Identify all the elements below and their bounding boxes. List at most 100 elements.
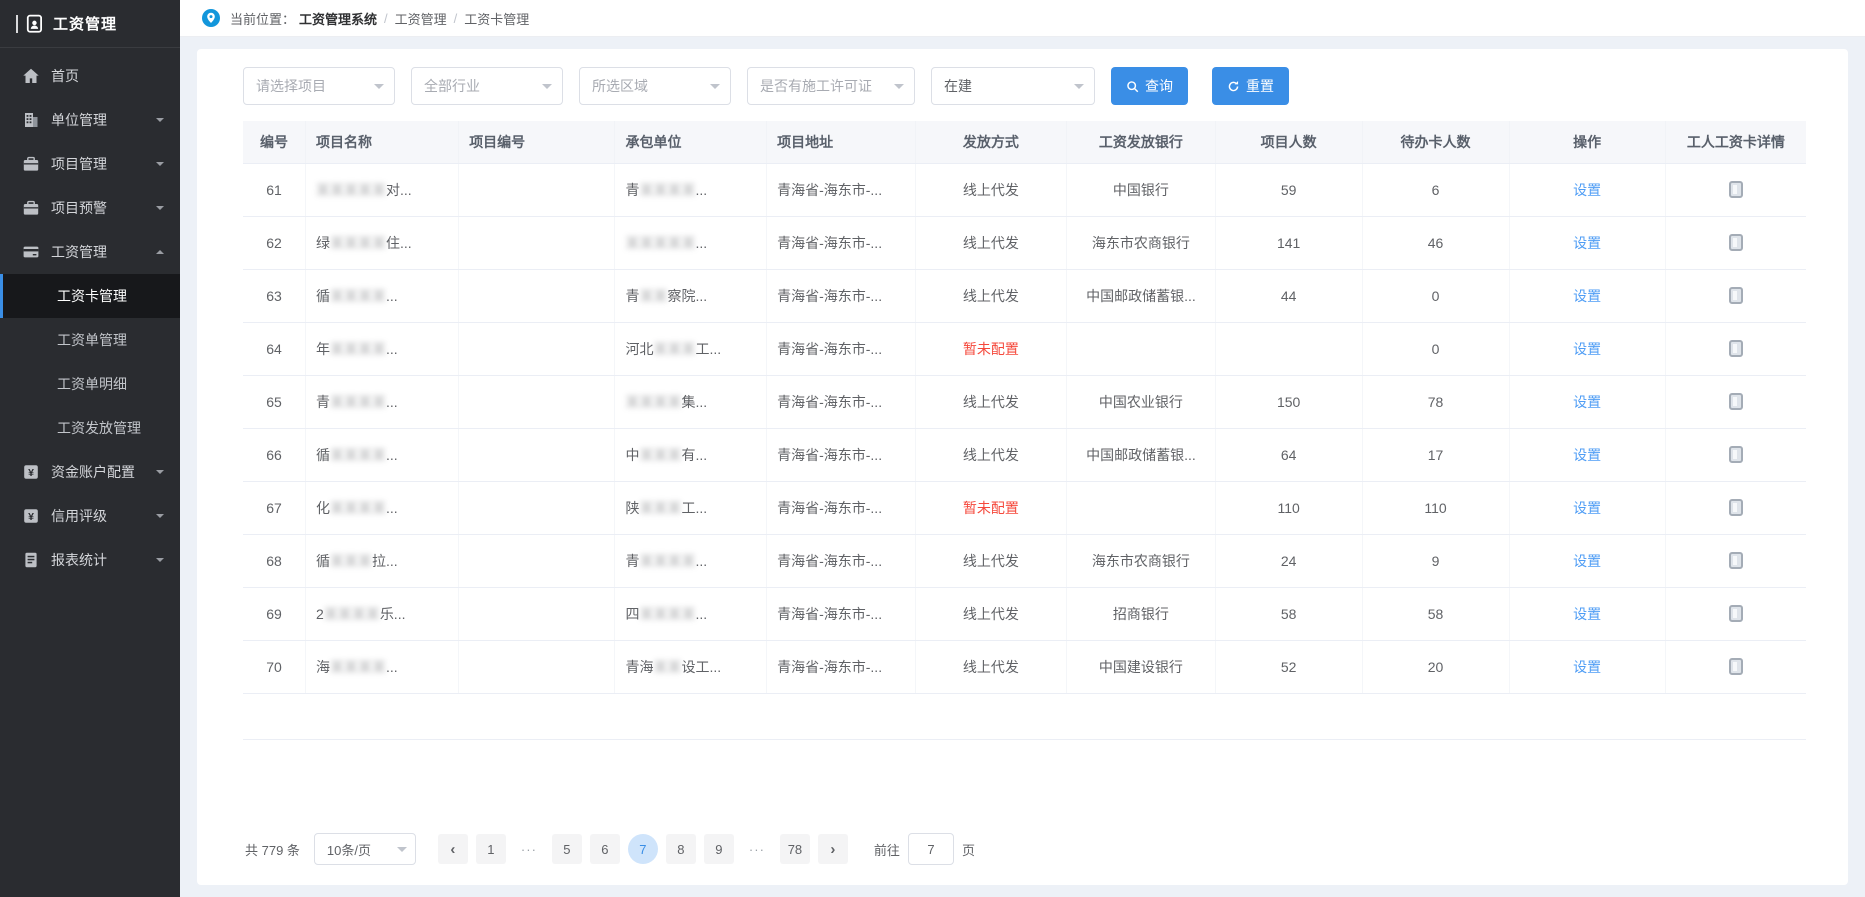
column-header: 项目编号: [459, 121, 615, 163]
cell-address: 青海省-海东市-...: [767, 163, 915, 216]
settings-link[interactable]: 设置: [1573, 235, 1601, 251]
cell-project-name: 循某某某某...: [306, 428, 459, 481]
cell-action: 设置: [1509, 640, 1665, 693]
sidebar-item-home[interactable]: 首页: [0, 54, 180, 98]
permit-select[interactable]: 是否有施工许可证: [747, 67, 915, 105]
wage-card-detail-icon[interactable]: [1729, 181, 1743, 198]
settings-link[interactable]: 设置: [1573, 447, 1601, 463]
table-row: 68循某某某拉...青某某某某...青海省-海东市-...线上代发海东市农商银行…: [243, 534, 1806, 587]
cell-address: 青海省-海东市-...: [767, 216, 915, 269]
settings-link[interactable]: 设置: [1573, 500, 1601, 516]
cell-detail: [1665, 163, 1806, 216]
sidebar-menu: 首页单位管理项目管理项目预警工资管理工资卡管理工资单管理工资单明细工资发放管理¥…: [0, 48, 180, 582]
reset-button[interactable]: 重置: [1212, 67, 1289, 105]
cell-people-count: 58: [1215, 587, 1362, 640]
wage-card-detail-icon[interactable]: [1729, 340, 1743, 357]
chevron-down-icon: [156, 558, 164, 566]
breadcrumb-root[interactable]: 工资管理系统: [299, 9, 377, 28]
redacted-text: 某某某某: [330, 659, 386, 675]
cell-pending-count: 17: [1362, 428, 1509, 481]
industry-select[interactable]: 全部行业: [411, 67, 563, 105]
chevron-down-icon: [156, 470, 164, 478]
table-header-row: 编号项目名称项目编号承包单位项目地址发放方式工资发放银行项目人数待办卡人数操作工…: [243, 121, 1806, 163]
wage-card-detail-icon[interactable]: [1729, 234, 1743, 251]
sidebar-item-credit[interactable]: ¥信用评级: [0, 494, 180, 538]
wage-card-detail-icon[interactable]: [1729, 499, 1743, 516]
settings-link[interactable]: 设置: [1573, 182, 1601, 198]
cell-address: 青海省-海东市-...: [767, 534, 915, 587]
sidebar-subitem-wage-card[interactable]: 工资卡管理: [0, 274, 180, 318]
breadcrumb-level3[interactable]: 工资卡管理: [464, 9, 529, 28]
page-button-9[interactable]: 9: [704, 834, 734, 864]
cell-detail: [1665, 534, 1806, 587]
page-button-6[interactable]: 6: [590, 834, 620, 864]
sidebar-item-project[interactable]: 项目管理: [0, 142, 180, 186]
column-header: 项目人数: [1215, 121, 1362, 163]
page-button-8[interactable]: 8: [666, 834, 696, 864]
settings-link[interactable]: 设置: [1573, 288, 1601, 304]
settings-link[interactable]: 设置: [1573, 553, 1601, 569]
page-button-7[interactable]: 7: [628, 834, 658, 864]
cell-contractor: 某某某某集...: [615, 375, 767, 428]
location-pin-icon: [202, 9, 220, 27]
sidebar-subitem-wage-payout[interactable]: 工资发放管理: [0, 406, 180, 450]
cell-no: 69: [243, 587, 306, 640]
chevron-down-icon: [894, 84, 904, 94]
wage-card-detail-icon[interactable]: [1729, 605, 1743, 622]
wage-card-detail-icon[interactable]: [1729, 393, 1743, 410]
cell-project-name: 化某某某某...: [306, 481, 459, 534]
cell-project-code: [459, 322, 615, 375]
page-jump: 前往 页: [874, 833, 975, 865]
cell-bank: [1067, 322, 1215, 375]
sidebar-item-report[interactable]: 报表统计: [0, 538, 180, 582]
wage-card-detail-icon[interactable]: [1729, 446, 1743, 463]
page-button-1[interactable]: 1: [476, 834, 506, 864]
cell-people-count: [1215, 322, 1362, 375]
settings-link[interactable]: 设置: [1573, 341, 1601, 357]
prev-page-button[interactable]: ‹: [438, 834, 468, 864]
page-size-select[interactable]: 10条/页: [314, 833, 416, 865]
cell-address: 青海省-海东市-...: [767, 375, 915, 428]
cell-no: 66: [243, 428, 306, 481]
region-select[interactable]: 所选区域: [579, 67, 731, 105]
sidebar-item-unit[interactable]: 单位管理: [0, 98, 180, 142]
svg-text:¥: ¥: [28, 467, 34, 479]
redacted-text: 某某某某: [639, 553, 695, 569]
sidebar-item-warning[interactable]: 项目预警: [0, 186, 180, 230]
column-header: 发放方式: [915, 121, 1067, 163]
cell-pending-count: 20: [1362, 640, 1509, 693]
cell-address: 青海省-海东市-...: [767, 481, 915, 534]
settings-link[interactable]: 设置: [1573, 394, 1601, 410]
redacted-text: 某某某某: [330, 288, 386, 304]
sidebar-subitem-wage-detail[interactable]: 工资单明细: [0, 362, 180, 406]
redacted-text: 某某某: [653, 341, 695, 357]
page-button-5[interactable]: 5: [552, 834, 582, 864]
sidebar-item-fund[interactable]: ¥资金账户配置: [0, 450, 180, 494]
settings-link[interactable]: 设置: [1573, 606, 1601, 622]
table-row: 67化某某某某...陕某某某工...青海省-海东市-...暂未配置110110设…: [243, 481, 1806, 534]
status-select[interactable]: 在建: [931, 67, 1095, 105]
page-button-78[interactable]: 78: [780, 834, 810, 864]
redacted-text: 某某某某: [330, 235, 386, 251]
settings-link[interactable]: 设置: [1573, 659, 1601, 675]
jump-page-input[interactable]: [908, 833, 954, 865]
redacted-text: 某某某某: [330, 447, 386, 463]
cell-project-code: [459, 534, 615, 587]
cell-no: 70: [243, 640, 306, 693]
reset-button-label: 重置: [1246, 76, 1274, 96]
wage-card-detail-icon[interactable]: [1729, 658, 1743, 675]
search-button[interactable]: 查询: [1111, 67, 1188, 105]
cell-pay-method: 线上代发: [915, 640, 1067, 693]
sidebar-item-salary[interactable]: 工资管理: [0, 230, 180, 274]
app-title: 工资管理: [53, 13, 117, 34]
redacted-text: 某某某某: [639, 606, 695, 622]
breadcrumb-level2[interactable]: 工资管理: [395, 9, 447, 28]
redacted-text: 某某某某: [625, 394, 681, 410]
content-area: 请选择项目全部行业所选区域是否有施工许可证在建 查询 重置: [180, 37, 1865, 897]
wage-card-detail-icon[interactable]: [1729, 552, 1743, 569]
wage-card-detail-icon[interactable]: [1729, 287, 1743, 304]
project-select[interactable]: 请选择项目: [243, 67, 395, 105]
sidebar-subitem-wage-sheet[interactable]: 工资单管理: [0, 318, 180, 362]
next-page-button[interactable]: ›: [818, 834, 848, 864]
sidebar-subitem-label: 工资卡管理: [57, 286, 127, 306]
